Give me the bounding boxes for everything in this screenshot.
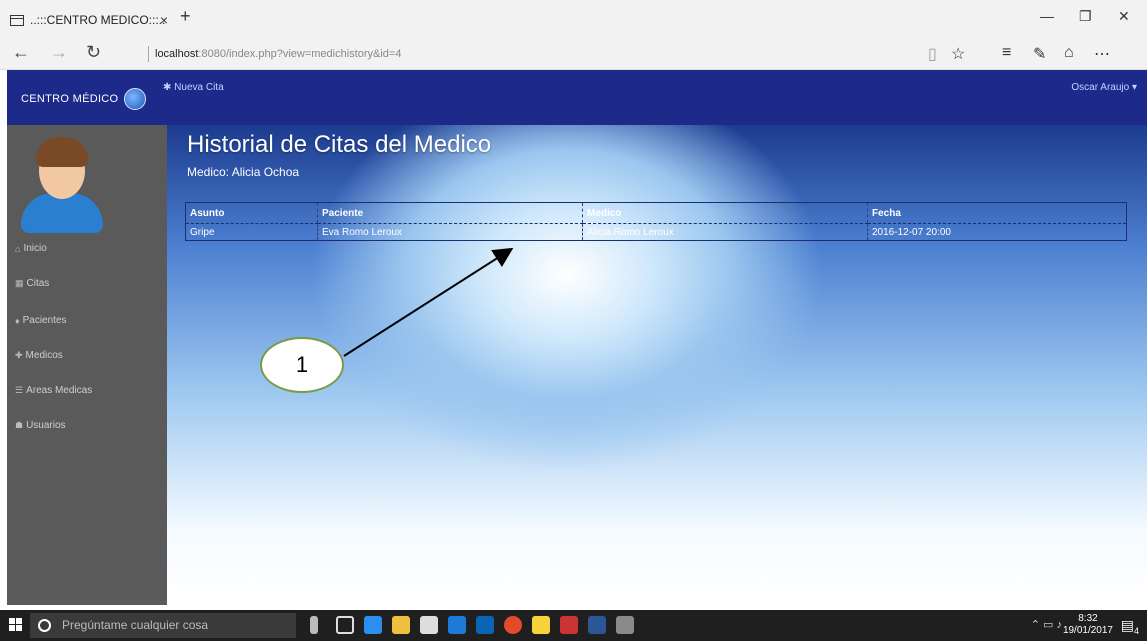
windows-taskbar: Pregúntame cualquier cosa ⌃ ▭ ♪ 8:32 19/… — [0, 610, 1147, 641]
brand-name: CENTRO MÉDICO — [21, 93, 119, 105]
table-row[interactable]: Gripe Eva Romo Leroux Alicia Romo Leroux… — [186, 223, 1127, 241]
sidebar-item-label: Areas Medicas — [26, 385, 93, 396]
more-icon[interactable]: ⋯ — [1094, 44, 1110, 64]
hub-icon[interactable]: ≡ — [1002, 44, 1011, 62]
task-view-icon[interactable] — [336, 616, 354, 634]
store-icon[interactable] — [420, 616, 438, 634]
column-header-fecha: Fecha — [867, 202, 1127, 224]
app-icon[interactable] — [560, 616, 578, 634]
new-appointment-link[interactable]: ✱ Nueva Cita — [163, 82, 224, 93]
cortana-search-input[interactable]: Pregúntame cualquier cosa — [30, 613, 296, 638]
sidebar-item-label: Usuarios — [26, 420, 66, 431]
internet-explorer-icon[interactable] — [448, 616, 466, 634]
url-host: localhost — [155, 48, 199, 60]
users-icon: ☗ — [15, 420, 24, 430]
address-bar: ← → ↻ localhost:8080/index.php?view=medi… — [0, 36, 1147, 70]
clock[interactable]: 8:32 19/01/2017 — [1063, 613, 1113, 637]
clock-time: 8:32 — [1078, 613, 1098, 624]
chrome-icon[interactable] — [504, 616, 522, 634]
appointments-table: Asunto Paciente Medico Fecha Gripe Eva R… — [185, 202, 1127, 241]
sidebar-item-inicio[interactable]: ⌂ Inicio — [15, 243, 47, 254]
microphone-icon[interactable] — [310, 616, 318, 634]
patient-icon: ♦ — [15, 315, 20, 326]
sidebar-item-label: Pacientes — [22, 315, 67, 326]
word-icon[interactable] — [588, 616, 606, 634]
edge-icon[interactable] — [364, 616, 382, 634]
notes-icon[interactable]: ✎ — [1033, 44, 1046, 64]
cell-paciente: Eva Romo Leroux — [317, 223, 583, 241]
cell-asunto: Gripe — [190, 226, 215, 238]
browser-tab[interactable]: ..:::CENTRO MEDICO:::.. × — [8, 6, 168, 34]
url-field[interactable]: localhost:8080/index.php?view=medichisto… — [148, 46, 401, 62]
forward-icon[interactable]: → — [50, 42, 68, 63]
column-header-paciente: Paciente — [317, 202, 583, 224]
page-title: Historial de Citas del Medico — [187, 131, 492, 158]
outlook-icon[interactable] — [476, 616, 494, 634]
new-appointment-label: Nueva Cita — [174, 82, 224, 93]
globe-logo-icon — [124, 88, 147, 110]
avatar-hair — [36, 137, 88, 167]
avatar — [21, 137, 103, 233]
annotation-callout: 1 — [260, 337, 344, 393]
restore-icon[interactable]: ❐ — [1079, 8, 1092, 25]
windows-start-icon[interactable] — [9, 618, 22, 631]
sidebar-item-citas[interactable]: ▦ Citas — [15, 278, 49, 289]
column-header-medico: Medico — [582, 202, 868, 224]
favorite-star-icon[interactable]: ☆ — [951, 44, 965, 64]
file-explorer-icon[interactable] — [392, 616, 410, 634]
sticky-notes-icon[interactable] — [532, 616, 550, 634]
system-tray-icons[interactable]: ⌃ ▭ ♪ — [1031, 618, 1062, 631]
cortana-circle-icon — [38, 619, 51, 632]
sidebar-item-areas-medicas[interactable]: ☰ Areas Medicas — [15, 385, 92, 396]
cell-medico: Alicia Romo Leroux — [582, 223, 868, 241]
app2-icon[interactable] — [616, 616, 634, 634]
tab-page-icon — [10, 14, 24, 26]
sidebar-item-pacientes[interactable]: ♦ Pacientes — [15, 315, 67, 326]
search-placeholder: Pregúntame cualquier cosa — [62, 618, 209, 632]
calendar-icon: ▦ — [15, 278, 24, 288]
tab-close-button[interactable]: × — [160, 12, 168, 28]
column-header-asunto: Asunto — [185, 202, 318, 224]
notification-center-icon[interactable]: ▤4 — [1121, 617, 1139, 636]
sidebar: ⌂ Inicio ▦ Citas ♦ Pacientes ✚ Medicos ☰ Area… — [7, 125, 167, 605]
tab-title: ..:::CENTRO MEDICO:::.. — [30, 13, 166, 27]
user-menu[interactable]: Oscar Araujo ▾ — [1071, 82, 1137, 93]
reading-view-icon[interactable]: ▯ — [928, 44, 937, 64]
table-header-row: Asunto Paciente Medico Fecha — [185, 202, 1127, 224]
notification-count: 4 — [1133, 625, 1139, 636]
sidebar-item-usuarios[interactable]: ☗ Usuarios — [15, 420, 66, 431]
close-window-icon[interactable]: ✕ — [1118, 8, 1130, 25]
cell-fecha: 2016-12-07 20:00 — [867, 223, 1127, 241]
medic-icon: ✚ — [15, 350, 23, 360]
minimize-icon[interactable]: — — [1040, 8, 1054, 24]
brand-logo[interactable]: CENTRO MÉDICO — [21, 88, 147, 110]
share-icon[interactable]: ⌂ — [1064, 44, 1074, 62]
new-tab-button[interactable]: + — [180, 6, 191, 27]
home-icon: ⌂ — [15, 243, 21, 254]
page-subtitle: Medico: Alicia Ochoa — [187, 165, 300, 179]
list-icon: ☰ — [15, 385, 24, 395]
user-name: Oscar Araujo — [1071, 82, 1130, 93]
browser-tab-bar: ..:::CENTRO MEDICO:::.. × + — ❐ ✕ — [0, 0, 1147, 36]
sidebar-item-label: Citas — [26, 278, 50, 289]
back-icon[interactable]: ← — [12, 42, 30, 63]
sidebar-item-label: Inicio — [23, 243, 47, 254]
sidebar-item-label: Medicos — [25, 350, 63, 361]
refresh-icon[interactable]: ↻ — [86, 42, 101, 63]
avatar-body — [21, 193, 103, 233]
url-path: :8080/index.php?view=medichistory&id=4 — [198, 48, 402, 60]
sidebar-item-medicos[interactable]: ✚ Medicos — [15, 350, 63, 361]
clock-date: 19/01/2017 — [1062, 625, 1113, 636]
app-header: CENTRO MÉDICO ✱ Nueva Cita Oscar Araujo … — [7, 70, 1147, 125]
